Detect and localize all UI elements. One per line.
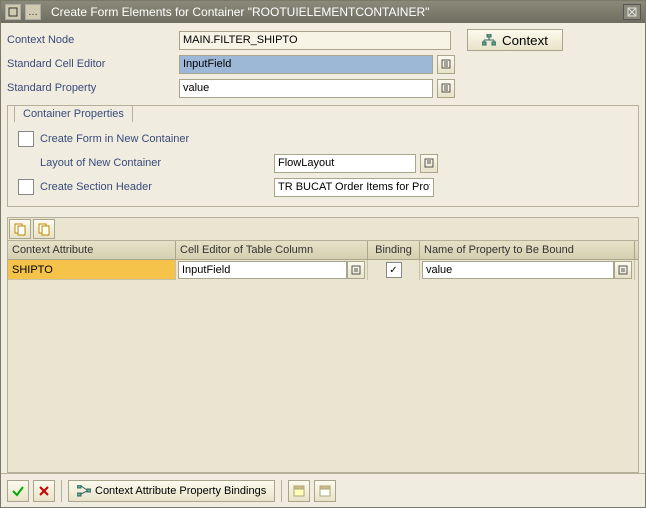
layout-label: Layout of New Container bbox=[40, 157, 161, 169]
cell-binding[interactable]: ✓ bbox=[368, 260, 420, 280]
std-property-input[interactable] bbox=[179, 79, 433, 98]
std-property-label: Standard Property bbox=[7, 82, 175, 94]
header-binding[interactable]: Binding bbox=[368, 241, 420, 259]
header-property-name[interactable]: Name of Property to Be Bound bbox=[420, 241, 635, 259]
titlebar-aux-icon[interactable]: … bbox=[25, 4, 41, 20]
container-properties-panel: Container Properties Create Form in New … bbox=[7, 105, 639, 207]
grid-toolbar bbox=[8, 218, 638, 241]
create-form-label: Create Form in New Container bbox=[40, 133, 189, 145]
cell-context-attribute-text: SHIPTO bbox=[10, 264, 53, 276]
layout-input[interactable] bbox=[274, 154, 416, 173]
copy-button[interactable] bbox=[9, 219, 31, 239]
grid-body: SHIPTO ✓ bbox=[8, 260, 638, 472]
bindings-button-label: Context Attribute Property Bindings bbox=[95, 485, 266, 497]
select-all-button[interactable] bbox=[288, 480, 310, 502]
std-cell-editor-input[interactable] bbox=[179, 55, 433, 74]
cell-editor-dropdown-icon[interactable] bbox=[347, 261, 365, 279]
header-context-attribute[interactable]: Context Attribute bbox=[8, 241, 176, 259]
layout-dropdown-icon[interactable] bbox=[420, 154, 438, 173]
binding-checkbox[interactable]: ✓ bbox=[386, 262, 402, 278]
titlebar: … Create Form Elements for Container "RO… bbox=[1, 1, 645, 23]
context-button[interactable]: Context bbox=[467, 29, 563, 51]
cancel-button[interactable] bbox=[33, 480, 55, 502]
separator bbox=[281, 480, 282, 502]
cell-editor[interactable] bbox=[176, 260, 368, 280]
property-name-input[interactable] bbox=[422, 261, 614, 279]
create-section-label: Create Section Header bbox=[40, 181, 152, 193]
window-title: Create Form Elements for Container "ROOT… bbox=[45, 5, 619, 19]
std-cell-editor-dropdown-icon[interactable] bbox=[437, 55, 455, 74]
cell-context-attribute[interactable]: SHIPTO bbox=[8, 260, 176, 280]
section-header-input[interactable] bbox=[274, 178, 434, 197]
deselect-all-button[interactable] bbox=[314, 480, 336, 502]
cell-property-name[interactable] bbox=[420, 260, 635, 280]
dialog-window: … Create Form Elements for Container "RO… bbox=[0, 0, 646, 508]
create-form-checkbox[interactable] bbox=[18, 131, 34, 147]
create-section-checkbox[interactable] bbox=[18, 179, 34, 195]
cell-editor-input[interactable] bbox=[178, 261, 347, 279]
bindings-icon bbox=[77, 485, 91, 497]
ok-button[interactable] bbox=[7, 480, 29, 502]
hierarchy-icon bbox=[482, 34, 496, 46]
context-node-label: Context Node bbox=[7, 34, 175, 46]
close-icon[interactable] bbox=[623, 4, 641, 20]
property-name-dropdown-icon[interactable] bbox=[614, 261, 632, 279]
table-row[interactable]: SHIPTO ✓ bbox=[8, 260, 638, 280]
grid-header: Context Attribute Cell Editor of Table C… bbox=[8, 241, 638, 260]
std-property-dropdown-icon[interactable] bbox=[437, 79, 455, 98]
attribute-grid: Context Attribute Cell Editor of Table C… bbox=[7, 217, 639, 473]
context-attribute-bindings-button[interactable]: Context Attribute Property Bindings bbox=[68, 480, 275, 502]
context-button-label: Context bbox=[502, 33, 548, 48]
std-cell-editor-label: Standard Cell Editor bbox=[7, 58, 175, 70]
header-cell-editor[interactable]: Cell Editor of Table Column bbox=[176, 241, 368, 259]
system-menu-icon[interactable] bbox=[5, 4, 21, 20]
paste-button[interactable] bbox=[33, 219, 55, 239]
content-area: Context Node Context Standard Cell Edito… bbox=[1, 23, 645, 473]
footer-toolbar: Context Attribute Property Bindings bbox=[1, 473, 645, 507]
context-node-input[interactable] bbox=[179, 31, 451, 50]
panel-title: Container Properties bbox=[14, 105, 133, 122]
separator bbox=[61, 480, 62, 502]
